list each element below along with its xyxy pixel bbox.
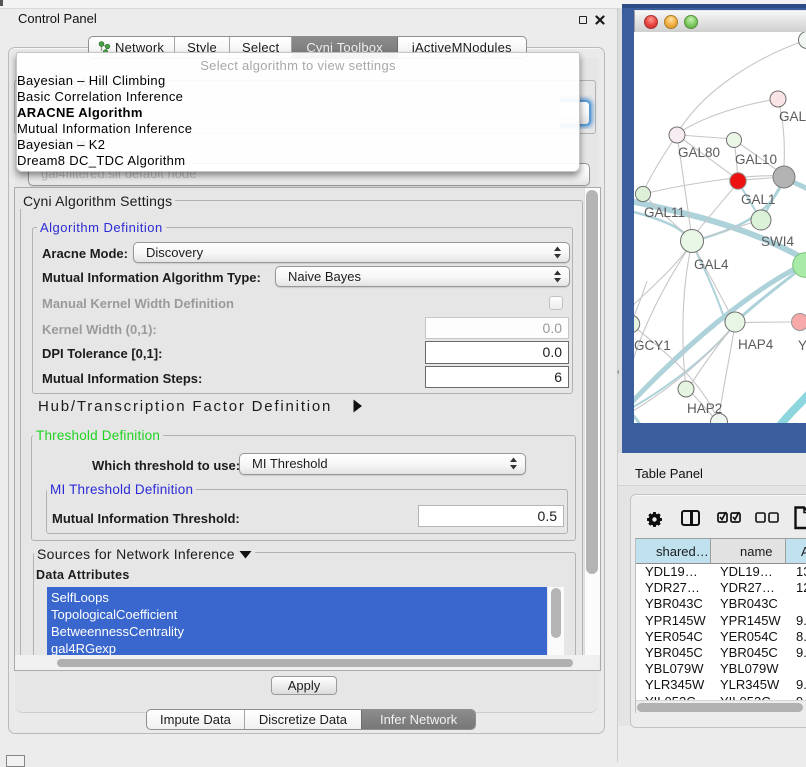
svg-text:GAL7: GAL7 <box>779 109 806 124</box>
svg-text:GAL1: GAL1 <box>741 192 776 207</box>
svg-text:Y: Y <box>798 338 806 353</box>
svg-text:GAL11: GAL11 <box>644 205 685 220</box>
svg-text:SWI4: SWI4 <box>761 234 794 249</box>
svg-text:HAP2: HAP2 <box>687 401 722 416</box>
svg-text:GAL10: GAL10 <box>735 152 777 167</box>
svg-text:GAL4: GAL4 <box>694 257 729 272</box>
svg-text:GCY1: GCY1 <box>634 338 671 353</box>
svg-text:HAP4: HAP4 <box>738 337 774 352</box>
svg-text:GAL80: GAL80 <box>678 145 720 160</box>
